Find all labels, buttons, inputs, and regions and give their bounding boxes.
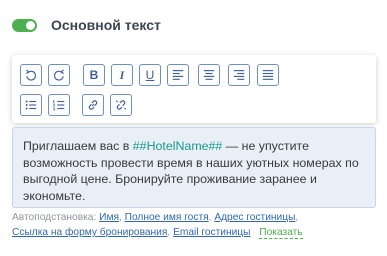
show-more-link[interactable]: Показать (259, 227, 303, 239)
toggle-knob (26, 20, 35, 30)
undo-button[interactable] (20, 64, 42, 86)
align-right-icon (233, 70, 245, 80)
autosubstitution-bar: Автоподстановка: Имя, Полное имя гостя, … (12, 212, 303, 239)
substitution-link-hotel-email[interactable]: Email гостиницы (173, 227, 250, 238)
substitution-link-hotel-address[interactable]: Адрес гостиницы (214, 212, 295, 223)
autosubstitution-label: Автоподстановка: (12, 212, 97, 223)
bold-button[interactable]: B (83, 64, 105, 86)
underline-button[interactable]: U (139, 64, 161, 86)
section-header: Основной текст (12, 17, 161, 33)
substitution-link-full-name[interactable]: Полное имя гостя (125, 212, 209, 223)
redo-button[interactable] (48, 64, 70, 86)
bulleted-list-icon (25, 100, 37, 110)
numbered-list-button[interactable] (48, 94, 70, 116)
redo-icon (53, 69, 64, 81)
align-center-icon (203, 70, 215, 80)
message-text-editor[interactable]: Приглашаем вас в ##HotelName## — не упус… (12, 127, 376, 208)
substitution-link-booking-form[interactable]: Ссылка на форму бронирования (12, 227, 167, 238)
underline-icon: U (145, 68, 155, 82)
align-center-button[interactable] (198, 64, 220, 86)
link-icon (88, 100, 98, 110)
align-left-icon (172, 70, 184, 80)
italic-button[interactable]: I (111, 64, 133, 86)
italic-icon: I (119, 68, 125, 82)
substitution-link-name[interactable]: Имя (99, 212, 119, 223)
undo-icon (26, 69, 37, 81)
align-left-button[interactable] (167, 64, 189, 86)
section-title: Основной текст (51, 17, 161, 33)
align-right-button[interactable] (228, 64, 250, 86)
unlink-icon (115, 100, 127, 110)
editor-toolbar: B I U (12, 55, 376, 123)
numbered-list-icon (53, 100, 65, 111)
insert-link-button[interactable] (82, 94, 104, 116)
bold-icon: B (89, 68, 99, 82)
align-justify-button[interactable] (257, 64, 279, 86)
editor-text-start: Приглашаем вас в (23, 139, 133, 153)
section-toggle[interactable] (12, 18, 37, 32)
hotel-name-macro: ##HotelName## (132, 139, 223, 153)
align-justify-icon (262, 70, 274, 80)
bulleted-list-button[interactable] (20, 94, 42, 116)
remove-link-button[interactable] (110, 94, 132, 116)
